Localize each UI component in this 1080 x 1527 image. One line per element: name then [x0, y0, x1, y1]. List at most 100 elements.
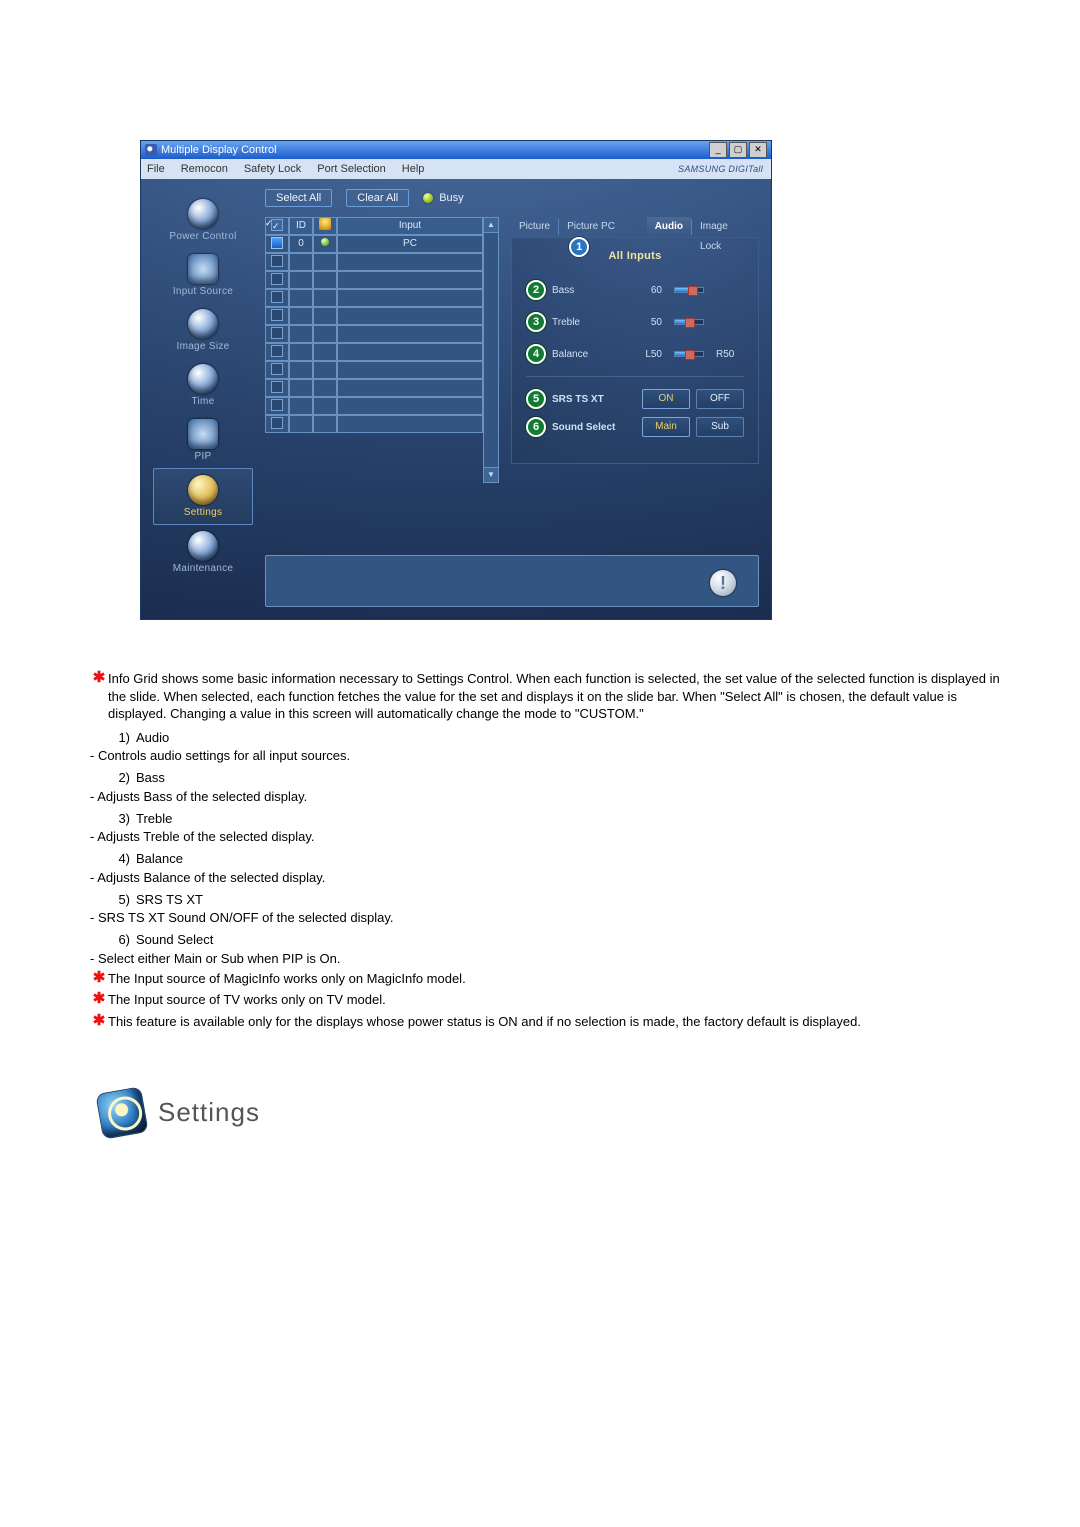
tab-picture-pc-label: Picture PC — [567, 221, 615, 232]
menu-port-selection[interactable]: Port Selection — [317, 163, 385, 175]
grid-row[interactable] — [265, 343, 483, 361]
input-source-icon — [188, 254, 218, 284]
row-status — [313, 271, 337, 289]
grid-row[interactable] — [265, 379, 483, 397]
doc-note: ✱The Input source of MagicInfo works onl… — [90, 970, 1000, 988]
menu-remocon[interactable]: Remocon — [181, 163, 228, 175]
grid-row[interactable] — [265, 289, 483, 307]
row-id — [289, 415, 313, 433]
doc-item-desc: - SRS TS XT Sound ON/OFF of the selected… — [90, 910, 1000, 925]
select-all-button[interactable]: Select All — [265, 189, 332, 207]
close-button[interactable]: ✕ — [749, 142, 767, 158]
sidebar-item-time[interactable]: Time — [153, 358, 253, 413]
doc-item-desc: - Adjusts Bass of the selected display. — [90, 789, 1000, 804]
row-status — [313, 415, 337, 433]
option-choice-a[interactable]: Main — [642, 417, 690, 437]
grid-row[interactable] — [265, 325, 483, 343]
slider-track[interactable] — [674, 351, 704, 357]
row-input — [337, 415, 483, 433]
slider-thumb[interactable] — [688, 286, 698, 296]
row-status — [313, 361, 337, 379]
minimize-button[interactable]: _ — [709, 142, 727, 158]
slider-track[interactable] — [674, 319, 704, 325]
tab-audio[interactable]: Audio — [647, 217, 691, 237]
row-checkbox[interactable] — [271, 345, 283, 357]
window-controls: _ ▢ ✕ — [709, 142, 767, 158]
clear-all-button[interactable]: Clear All — [346, 189, 409, 207]
callout-4-icon: 4 — [526, 344, 546, 364]
grid-header-power-icon — [319, 218, 331, 230]
row-checkbox[interactable] — [271, 417, 283, 429]
slider-row-bass: 2Bass60 — [526, 280, 744, 300]
grid-scrollbar[interactable] — [483, 217, 499, 483]
row-status — [313, 379, 337, 397]
option-choice-a[interactable]: ON — [642, 389, 690, 409]
asterisk-icon: ✱ — [90, 670, 108, 685]
grid-row[interactable] — [265, 361, 483, 379]
row-checkbox[interactable] — [271, 327, 283, 339]
sidebar-item-power-control[interactable]: Power Control — [153, 193, 253, 248]
sidebar-item-input-source[interactable]: Input Source — [153, 248, 253, 303]
sidebar-item-label: PIP — [153, 451, 253, 462]
row-id — [289, 253, 313, 271]
row-id — [289, 289, 313, 307]
asterisk-icon: ✱ — [90, 1013, 108, 1028]
slider-label: Bass — [552, 285, 626, 296]
grid-row[interactable] — [265, 253, 483, 271]
maximize-button[interactable]: ▢ — [729, 142, 747, 158]
sidebar-item-maintenance[interactable]: Maintenance — [153, 525, 253, 580]
doc-item: 6)Sound Select — [90, 931, 1000, 949]
doc-item-desc: - Adjusts Treble of the selected display… — [90, 829, 1000, 844]
sidebar: Power Control Input Source Image Size Ti… — [153, 193, 253, 580]
row-checkbox[interactable] — [271, 237, 283, 249]
grid-header-checkbox[interactable] — [271, 219, 283, 231]
tab-picture-pc[interactable]: Picture PC 1 — [559, 217, 647, 237]
row-id — [289, 325, 313, 343]
row-checkbox[interactable] — [271, 273, 283, 285]
pip-icon — [188, 419, 218, 449]
grid-row[interactable] — [265, 307, 483, 325]
row-input — [337, 289, 483, 307]
grid-row[interactable]: 0 PC — [265, 235, 483, 253]
menu-file[interactable]: File — [147, 163, 165, 175]
sidebar-item-settings[interactable]: Settings — [153, 468, 253, 525]
row-id — [289, 307, 313, 325]
slider-thumb[interactable] — [685, 318, 695, 328]
option-choice-b[interactable]: OFF — [696, 389, 744, 409]
grid-row[interactable] — [265, 415, 483, 433]
row-input — [337, 307, 483, 325]
row-input — [337, 271, 483, 289]
slider-label: Balance — [552, 349, 626, 360]
row-checkbox[interactable] — [271, 255, 283, 267]
tab-image-lock[interactable]: Image Lock — [692, 217, 759, 237]
grid-row[interactable] — [265, 397, 483, 415]
slider-right-label: R50 — [716, 349, 744, 360]
sidebar-item-pip[interactable]: PIP — [153, 413, 253, 468]
row-checkbox[interactable] — [271, 309, 283, 321]
app-icon — [145, 144, 157, 156]
row-checkbox[interactable] — [271, 291, 283, 303]
grid-row[interactable] — [265, 271, 483, 289]
doc-item-number: 1) — [108, 729, 136, 747]
doc-item-desc: - Adjusts Balance of the selected displa… — [90, 870, 1000, 885]
tab-picture[interactable]: Picture — [511, 217, 558, 237]
row-checkbox[interactable] — [271, 381, 283, 393]
row-input: PC — [337, 235, 483, 253]
row-checkbox[interactable] — [271, 363, 283, 375]
menu-safety-lock[interactable]: Safety Lock — [244, 163, 301, 175]
row-input — [337, 253, 483, 271]
slider-row-treble: 3Treble50 — [526, 312, 744, 332]
slider-thumb[interactable] — [685, 350, 695, 360]
settings-heading-icon — [97, 1087, 148, 1138]
option-label: SRS TS XT — [552, 394, 636, 405]
option-row-srs-ts-xt: 5SRS TS XTONOFF — [526, 389, 744, 409]
menu-help[interactable]: Help — [402, 163, 425, 175]
slider-track[interactable] — [674, 287, 704, 293]
option-choice-b[interactable]: Sub — [696, 417, 744, 437]
row-status-icon — [321, 238, 329, 246]
grid-header-input: Input — [337, 217, 483, 235]
row-status — [313, 343, 337, 361]
doc-item-number: 5) — [108, 891, 136, 909]
row-checkbox[interactable] — [271, 399, 283, 411]
sidebar-item-image-size[interactable]: Image Size — [153, 303, 253, 358]
